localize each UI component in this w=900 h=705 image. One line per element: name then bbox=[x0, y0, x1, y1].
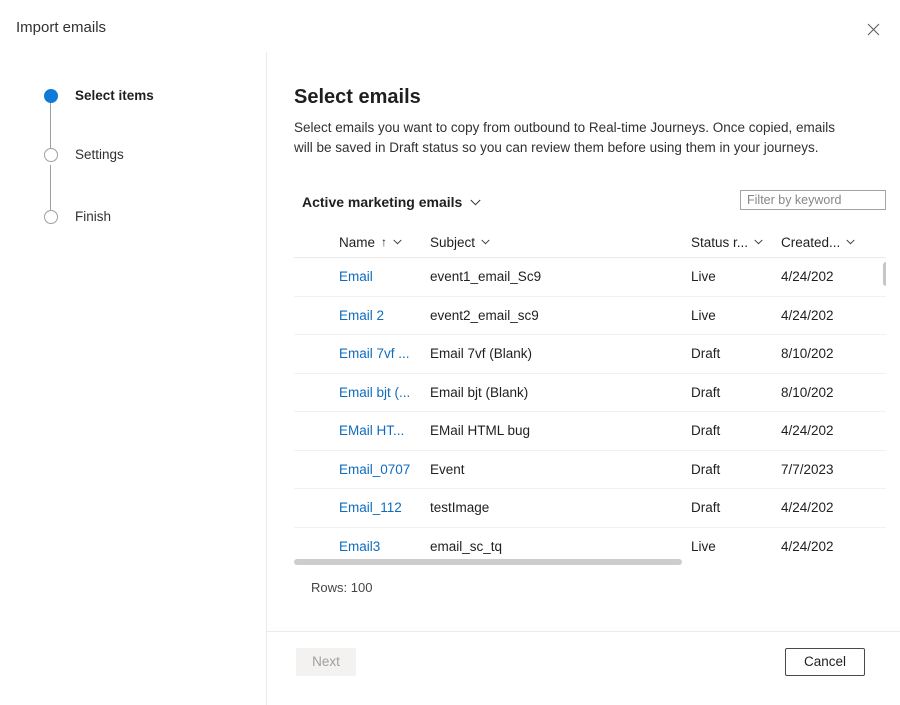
cell-status-reason: Live bbox=[691, 269, 716, 285]
cell-created-on: 8/10/202 bbox=[781, 346, 834, 362]
rows-count-label: Rows: 100 bbox=[311, 580, 373, 595]
cell-status-reason: Draft bbox=[691, 461, 721, 477]
grid-body: Email event1_email_Sc9 Live 4/24/202 Ema… bbox=[294, 258, 886, 558]
filter-input[interactable] bbox=[740, 190, 886, 210]
page-title: Select emails bbox=[294, 86, 421, 108]
cell-status-reason: Live bbox=[691, 307, 716, 323]
step-indicator-icon bbox=[44, 148, 58, 162]
cell-subject: Email 7vf (Blank) bbox=[430, 346, 533, 362]
table-row[interactable]: EMail HT... EMail HTML bug Draft 4/24/20… bbox=[294, 412, 886, 451]
table-row[interactable]: Email_0707 Event Draft 7/7/2023 bbox=[294, 451, 886, 489]
column-header-name[interactable]: Name ↑ bbox=[339, 227, 425, 257]
grid-horizontal-scrollbar[interactable] bbox=[294, 557, 886, 567]
wizard-step-settings[interactable]: Settings bbox=[44, 145, 124, 165]
cell-name[interactable]: Email bjt (... bbox=[339, 374, 425, 412]
cell-name[interactable]: Email bbox=[339, 258, 425, 296]
cell-status-reason: Draft bbox=[691, 346, 721, 362]
table-row[interactable]: Email 7vf ... Email 7vf (Blank) Draft 8/… bbox=[294, 335, 886, 374]
cell-created-on: 4/24/202 bbox=[781, 538, 834, 554]
wizard-step-label: Select items bbox=[75, 88, 154, 103]
cell-name[interactable]: Email 7vf ... bbox=[339, 335, 425, 373]
view-selector-label: Active marketing emails bbox=[302, 194, 463, 210]
table-row[interactable]: Email_112 testImage Draft 4/24/202 bbox=[294, 489, 886, 528]
cell-subject: Event bbox=[430, 461, 465, 477]
cell-name[interactable]: Email_0707 bbox=[339, 451, 425, 489]
step-indicator-icon bbox=[44, 210, 58, 224]
chevron-down-icon[interactable] bbox=[846, 239, 855, 245]
cell-name[interactable]: Email3 bbox=[339, 528, 425, 559]
wizard-step-label: Settings bbox=[75, 147, 124, 162]
cell-created-on: 7/7/2023 bbox=[781, 461, 834, 477]
dialog-header: Import emails bbox=[0, 0, 900, 52]
cell-status-reason: Live bbox=[691, 538, 716, 554]
cell-subject: EMail HTML bug bbox=[430, 423, 531, 439]
step-indicator-icon bbox=[44, 89, 58, 103]
wizard-step-finish[interactable]: Finish bbox=[44, 207, 111, 227]
cell-created-on: 8/10/202 bbox=[781, 384, 834, 400]
column-header-status-reason[interactable]: Status r... bbox=[691, 227, 766, 257]
chevron-down-icon[interactable] bbox=[393, 239, 402, 245]
cell-subject: email_sc_tq bbox=[430, 538, 503, 554]
sort-ascending-icon: ↑ bbox=[381, 235, 388, 249]
cell-subject: testImage bbox=[430, 500, 490, 516]
column-header-created-on[interactable]: Created... bbox=[781, 227, 855, 257]
column-header-label: Status r... bbox=[691, 234, 749, 250]
table-row[interactable]: Email event1_email_Sc9 Live 4/24/202 bbox=[294, 258, 886, 297]
grid-vertical-scrollbar[interactable] bbox=[882, 258, 886, 558]
grid-horizontal-scrollbar-thumb[interactable] bbox=[294, 559, 682, 565]
footer-divider bbox=[267, 631, 900, 632]
column-header-label: Name bbox=[339, 234, 376, 250]
cell-created-on: 4/24/202 bbox=[781, 423, 834, 439]
cell-created-on: 4/24/202 bbox=[781, 500, 834, 516]
cell-status-reason: Draft bbox=[691, 500, 721, 516]
chevron-down-icon[interactable] bbox=[754, 239, 763, 245]
emails-grid: Name ↑ Subject Status r... Created... Em… bbox=[294, 227, 886, 558]
cell-name[interactable]: Email_112 bbox=[339, 489, 425, 527]
step-connector-1 bbox=[50, 103, 51, 151]
column-header-label: Created... bbox=[781, 234, 841, 250]
page-description: Select emails you want to copy from outb… bbox=[294, 120, 836, 155]
step-connector-2 bbox=[50, 165, 51, 213]
chevron-down-icon bbox=[470, 199, 481, 206]
wizard-step-label: Finish bbox=[75, 209, 112, 224]
wizard-step-select-items[interactable]: Select items bbox=[44, 86, 154, 106]
cell-subject: Email bjt (Blank) bbox=[430, 384, 529, 400]
cell-status-reason: Draft bbox=[691, 384, 721, 400]
grid-toolbar: Active marketing emails bbox=[294, 190, 886, 215]
table-row[interactable]: Email bjt (... Email bjt (Blank) Draft 8… bbox=[294, 374, 886, 412]
cell-name[interactable]: EMail HT... bbox=[339, 412, 425, 450]
close-icon bbox=[867, 23, 880, 36]
table-row[interactable]: Email 2 event2_email_sc9 Live 4/24/202 bbox=[294, 297, 886, 335]
close-button[interactable] bbox=[856, 12, 890, 46]
content-pane: Select emails Select emails you want to … bbox=[267, 52, 900, 705]
grid-vertical-scrollbar-thumb[interactable] bbox=[883, 262, 886, 286]
dialog-title: Import emails bbox=[16, 19, 107, 36]
column-header-subject[interactable]: Subject bbox=[430, 227, 680, 257]
cell-subject: event2_email_sc9 bbox=[430, 307, 539, 323]
chevron-down-icon[interactable] bbox=[481, 239, 490, 245]
cell-status-reason: Draft bbox=[691, 423, 721, 439]
table-row[interactable]: Email3 email_sc_tq Live 4/24/202 bbox=[294, 528, 886, 559]
cancel-button[interactable]: Cancel bbox=[785, 648, 865, 676]
column-header-label: Subject bbox=[430, 234, 476, 250]
cell-created-on: 4/24/202 bbox=[781, 269, 834, 285]
cell-created-on: 4/24/202 bbox=[781, 307, 834, 323]
cell-name[interactable]: Email 2 bbox=[339, 297, 425, 335]
dialog-body: Select items Settings Finish Select emai… bbox=[0, 52, 900, 705]
view-selector[interactable]: Active marketing emails bbox=[302, 191, 481, 213]
next-button[interactable]: Next bbox=[296, 648, 356, 676]
grid-header-row: Name ↑ Subject Status r... Created... bbox=[294, 227, 886, 258]
cell-subject: event1_email_Sc9 bbox=[430, 269, 542, 285]
